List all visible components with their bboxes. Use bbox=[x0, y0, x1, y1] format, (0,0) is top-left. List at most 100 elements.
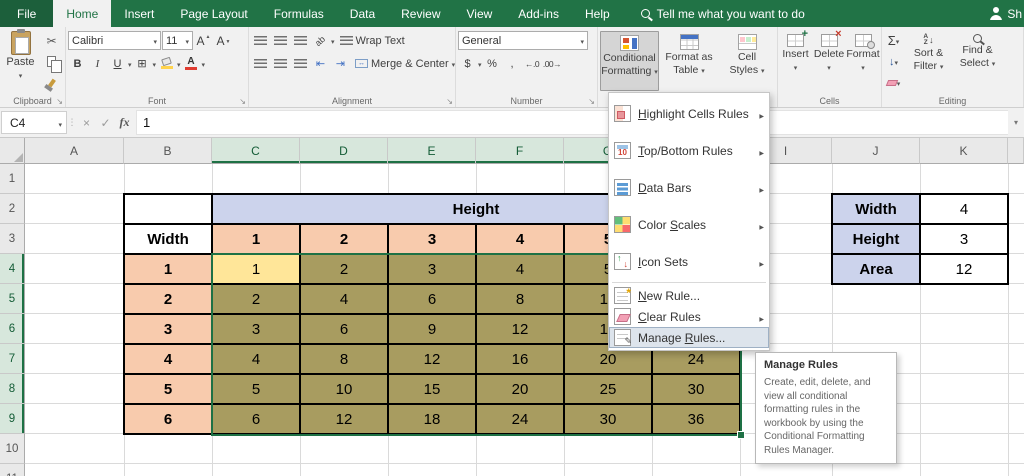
menu-item-icon-sets[interactable]: Icon Sets bbox=[609, 243, 769, 280]
menu-item-new-rule[interactable]: New Rule... bbox=[609, 285, 769, 306]
wrap-text-button[interactable]: Wrap Text bbox=[336, 31, 409, 50]
cell-E3[interactable]: 3 bbox=[388, 224, 476, 254]
cell-F6[interactable]: 12 bbox=[476, 314, 564, 344]
cell-K4[interactable]: 12 bbox=[920, 254, 1008, 284]
orientation-button[interactable] bbox=[311, 31, 330, 50]
sort-filter-button[interactable]: Sort & Filter bbox=[905, 31, 952, 72]
insert-cells-button[interactable]: Insert bbox=[780, 28, 811, 73]
row-header-8[interactable]: 8 bbox=[0, 374, 25, 404]
cell-B5[interactable]: 2 bbox=[124, 284, 212, 314]
tab-page-layout[interactable]: Page Layout bbox=[167, 0, 260, 27]
cell-styles-button[interactable]: Cell Styles bbox=[719, 31, 775, 91]
bottom-align-button[interactable] bbox=[291, 31, 310, 50]
cell-D7[interactable]: 8 bbox=[300, 344, 388, 374]
row-header-5[interactable]: 5 bbox=[0, 284, 25, 314]
tab-add-ins[interactable]: Add-ins bbox=[505, 0, 572, 27]
font-dialog-launcher-icon[interactable] bbox=[239, 97, 246, 106]
column-header-A[interactable]: A bbox=[25, 138, 124, 164]
cell-B4[interactable]: 1 bbox=[124, 254, 212, 284]
cell-B3[interactable]: Width bbox=[124, 224, 212, 254]
cell-E9[interactable]: 18 bbox=[388, 404, 476, 434]
column-header-D[interactable]: D bbox=[300, 138, 388, 164]
tab-formulas[interactable]: Formulas bbox=[261, 0, 337, 27]
cell-B8[interactable]: 5 bbox=[124, 374, 212, 404]
increase-indent-button[interactable] bbox=[331, 54, 350, 73]
fill-color-button[interactable] bbox=[157, 54, 176, 73]
cell-C8[interactable]: 5 bbox=[212, 374, 300, 404]
cell-C3[interactable]: 1 bbox=[212, 224, 300, 254]
cell-F8[interactable]: 20 bbox=[476, 374, 564, 404]
font-size-select[interactable]: 11 bbox=[162, 31, 193, 50]
cell-E8[interactable]: 15 bbox=[388, 374, 476, 404]
column-header-F[interactable]: F bbox=[476, 138, 564, 164]
number-dialog-launcher-icon[interactable] bbox=[588, 97, 595, 106]
cell-E5[interactable]: 6 bbox=[388, 284, 476, 314]
cell-H9[interactable]: 36 bbox=[652, 404, 740, 434]
cell-F5[interactable]: 8 bbox=[476, 284, 564, 314]
font-color-button[interactable] bbox=[182, 54, 201, 73]
tab-view[interactable]: View bbox=[454, 0, 506, 27]
row-header-9[interactable]: 9 bbox=[0, 404, 25, 434]
account-button[interactable]: Sh bbox=[987, 0, 1024, 27]
cell-D8[interactable]: 10 bbox=[300, 374, 388, 404]
cell-J3[interactable]: Height bbox=[832, 224, 920, 254]
bold-button[interactable]: B bbox=[68, 54, 87, 73]
fill-button[interactable] bbox=[884, 52, 903, 71]
menu-item-data-bars[interactable]: Data Bars bbox=[609, 169, 769, 206]
percent-style-button[interactable]: % bbox=[483, 54, 502, 73]
select-all-button[interactable] bbox=[0, 138, 25, 164]
conditional-formatting-button[interactable]: Conditional Formatting bbox=[600, 31, 659, 91]
alignment-dialog-launcher-icon[interactable] bbox=[446, 97, 453, 106]
cancel-entry-icon[interactable]: × bbox=[77, 116, 96, 130]
name-box[interactable]: C4 bbox=[1, 111, 67, 134]
row-header-2[interactable]: 2 bbox=[0, 194, 25, 224]
enter-entry-icon[interactable]: ✓ bbox=[96, 116, 115, 130]
cell-K3[interactable]: 3 bbox=[920, 224, 1008, 254]
middle-align-button[interactable] bbox=[271, 31, 290, 50]
row-header-6[interactable]: 6 bbox=[0, 314, 25, 344]
cell-C6[interactable]: 3 bbox=[212, 314, 300, 344]
cell-E4[interactable]: 3 bbox=[388, 254, 476, 284]
cell-D3[interactable]: 2 bbox=[300, 224, 388, 254]
cell-F9[interactable]: 24 bbox=[476, 404, 564, 434]
cell-B7[interactable]: 4 bbox=[124, 344, 212, 374]
column-header-E[interactable]: E bbox=[388, 138, 476, 164]
tab-help[interactable]: Help bbox=[572, 0, 623, 27]
tab-review[interactable]: Review bbox=[388, 0, 453, 27]
column-header-K[interactable]: K bbox=[920, 138, 1008, 164]
copy-button[interactable] bbox=[42, 52, 62, 73]
cell-B2[interactable] bbox=[124, 194, 212, 224]
cell-J2[interactable]: Width bbox=[832, 194, 920, 224]
column-header-B[interactable]: B bbox=[124, 138, 212, 164]
cell-D4[interactable]: 2 bbox=[300, 254, 388, 284]
align-right-button[interactable] bbox=[291, 54, 310, 73]
merge-center-button[interactable]: Merge & Center bbox=[351, 54, 459, 73]
cell-F4[interactable]: 4 bbox=[476, 254, 564, 284]
comma-style-button[interactable]: , bbox=[503, 54, 522, 73]
italic-button[interactable]: I bbox=[88, 54, 107, 73]
column-header-C[interactable]: C bbox=[212, 138, 300, 164]
find-select-button[interactable]: Find & Select bbox=[954, 31, 1001, 69]
cell-F7[interactable]: 16 bbox=[476, 344, 564, 374]
row-header-7[interactable]: 7 bbox=[0, 344, 25, 374]
font-name-select[interactable]: Calibri bbox=[68, 31, 161, 50]
cell-E7[interactable]: 12 bbox=[388, 344, 476, 374]
cell-C9[interactable]: 6 bbox=[212, 404, 300, 434]
row-header-11[interactable]: 11 bbox=[0, 464, 25, 476]
decrease-indent-button[interactable] bbox=[311, 54, 330, 73]
formula-input[interactable]: 1 bbox=[136, 110, 1008, 135]
menu-item-manage-rules[interactable]: Manage Rules... bbox=[609, 327, 769, 348]
tab-home[interactable]: Home bbox=[53, 0, 112, 27]
cell-B9[interactable]: 6 bbox=[124, 404, 212, 434]
cell-F3[interactable]: 4 bbox=[476, 224, 564, 254]
cell-C5[interactable]: 2 bbox=[212, 284, 300, 314]
cell-C4[interactable]: 1 bbox=[212, 254, 300, 284]
cell-B6[interactable]: 3 bbox=[124, 314, 212, 344]
format-as-table-button[interactable]: Format as Table bbox=[661, 31, 717, 91]
cell-E6[interactable]: 9 bbox=[388, 314, 476, 344]
menu-item-top-bottom-rules[interactable]: Top/Bottom Rules bbox=[609, 132, 769, 169]
row-header-10[interactable]: 10 bbox=[0, 434, 25, 464]
cell-C7[interactable]: 4 bbox=[212, 344, 300, 374]
cell-K2[interactable]: 4 bbox=[920, 194, 1008, 224]
row-header-1[interactable]: 1 bbox=[0, 164, 25, 194]
